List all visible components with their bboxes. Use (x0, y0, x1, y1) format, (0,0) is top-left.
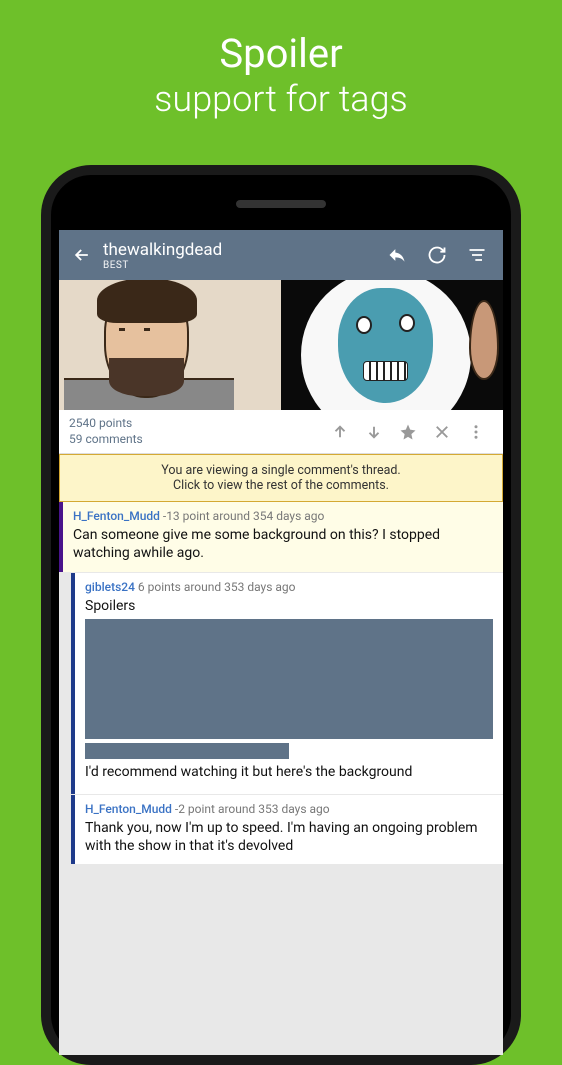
comment[interactable]: H_Fenton_Mudd -2 point around 353 days a… (71, 795, 503, 864)
comment-meta: H_Fenton_Mudd -13 point around 354 days … (73, 509, 493, 523)
spoiler-block[interactable] (85, 619, 493, 739)
comment[interactable]: H_Fenton_Mudd -13 point around 354 days … (59, 502, 503, 571)
spoiler-block[interactable] (85, 743, 289, 759)
refresh-button[interactable] (417, 245, 457, 265)
promo-title: Spoiler support for tags (0, 0, 562, 121)
comment-user: H_Fenton_Mudd (85, 802, 172, 816)
appbar-title: thewalkingdead (103, 240, 377, 260)
post-points: 2540 points (69, 416, 323, 432)
post-comments: 59 comments (69, 432, 323, 448)
hide-button[interactable] (425, 423, 459, 441)
appbar: thewalkingdead BEST (59, 230, 503, 280)
appbar-subtitle: BEST (103, 260, 377, 271)
more-button[interactable] (459, 423, 493, 441)
comment-meta: H_Fenton_Mudd -2 point around 353 days a… (85, 802, 493, 816)
promo-line1: Spoiler (0, 30, 562, 78)
comment-body: Spoilers I'd recommend watching it but h… (85, 597, 493, 781)
comment-meta: giblets24 6 points around 353 days ago (85, 580, 493, 594)
reply-button[interactable] (377, 245, 417, 265)
comment-points: 6 points around 353 days ago (138, 580, 296, 594)
comment-user: H_Fenton_Mudd (73, 509, 160, 523)
comment[interactable]: giblets24 6 points around 353 days ago S… (71, 573, 503, 794)
downvote-button[interactable] (357, 423, 391, 441)
post-stats: 2540 points 59 comments (69, 416, 323, 447)
phone-frame: thewalkingdead BEST (41, 165, 521, 1065)
phone-speaker (236, 200, 326, 208)
appbar-title-block[interactable]: thewalkingdead BEST (103, 240, 377, 271)
sort-button[interactable] (457, 245, 497, 265)
single-thread-notice[interactable]: You are viewing a single comment's threa… (59, 454, 503, 502)
post-action-bar: 2540 points 59 comments (59, 410, 503, 454)
comment-body: Can someone give me some background on t… (73, 526, 493, 562)
comment-text-intro: Spoilers (85, 597, 493, 615)
app-screen: thewalkingdead BEST (59, 230, 503, 1055)
post-image[interactable] (59, 280, 503, 410)
save-button[interactable] (391, 423, 425, 441)
notice-line2: Click to view the rest of the comments. (70, 478, 492, 493)
back-button[interactable] (65, 245, 99, 265)
promo-line2: support for tags (0, 78, 562, 121)
phone-inner: thewalkingdead BEST (51, 175, 511, 1055)
notice-line1: You are viewing a single comment's threa… (70, 463, 492, 478)
comment-body: Thank you, now I'm up to speed. I'm havi… (85, 819, 493, 855)
comment-points: -13 point around 354 days ago (163, 509, 325, 523)
comment-text-after: I'd recommend watching it but here's the… (85, 763, 493, 781)
comment-user: giblets24 (85, 580, 135, 594)
upvote-button[interactable] (323, 423, 357, 441)
comment-points: -2 point around 353 days ago (175, 802, 330, 816)
